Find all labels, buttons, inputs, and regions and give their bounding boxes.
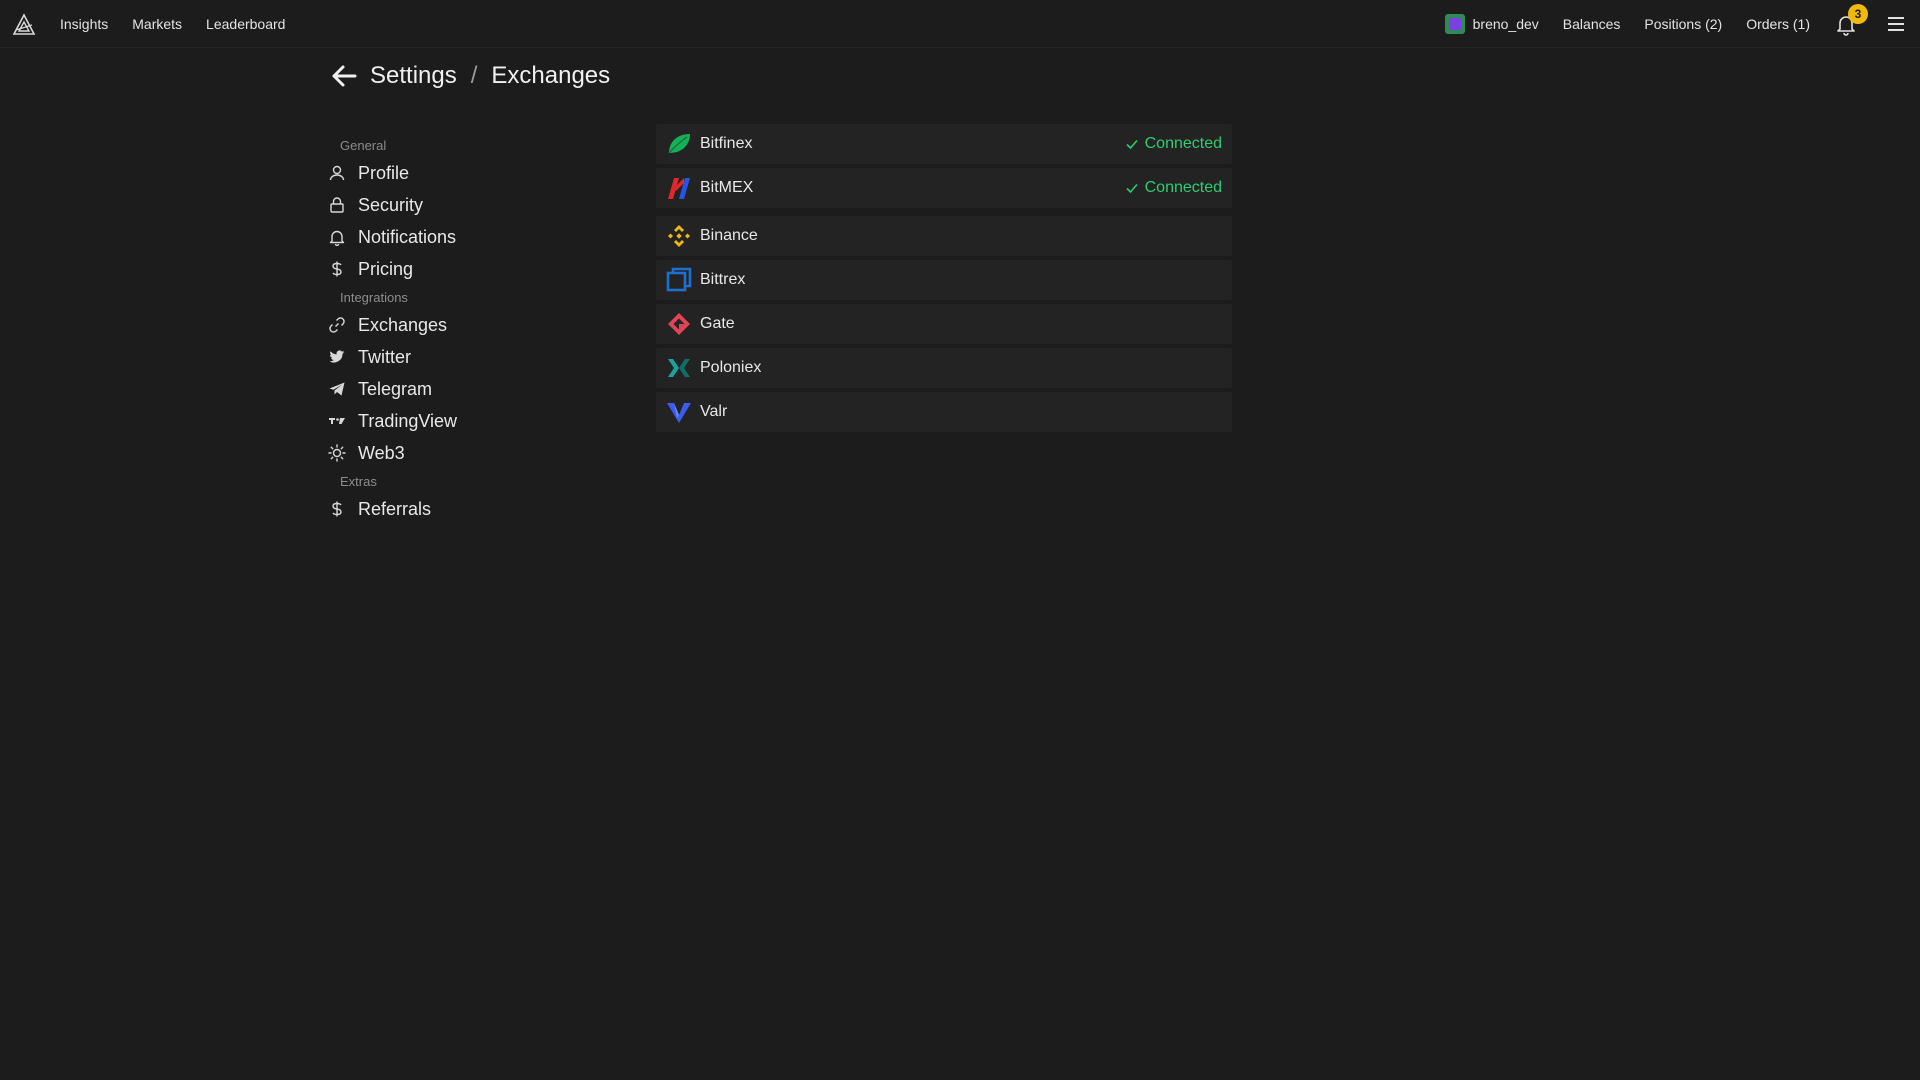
breadcrumb-separator: / [470, 62, 478, 89]
sidebar-item-label: Referrals [358, 498, 432, 519]
sun-icon [328, 444, 346, 462]
breadcrumb-settings[interactable]: Settings [370, 62, 457, 90]
check-icon [1126, 183, 1138, 194]
check-icon [1126, 139, 1138, 150]
status-label: Connected [1144, 135, 1222, 152]
dollar-icon [332, 501, 342, 517]
sidebar-item-pricing[interactable]: Pricing [328, 253, 608, 285]
exchange-name: BitMEX [700, 179, 754, 196]
gate-icon [668, 313, 690, 335]
bittrex-icon [666, 267, 692, 292]
positions-link[interactable]: Positions (2) [1644, 16, 1722, 32]
exchange-name: Valr [700, 403, 728, 420]
sidebar-item-telegram[interactable]: Telegram [328, 373, 608, 405]
back-arrow-icon[interactable] [330, 62, 358, 90]
status-label: Connected [1144, 179, 1222, 196]
balances-link[interactable]: Balances [1563, 16, 1621, 32]
exchange-row-valr[interactable]: Valr [656, 392, 1232, 432]
nav-insights-link[interactable]: Insights [60, 16, 108, 32]
exchanges-list: Bitfinex Connected BitMEX Connected Bina… [656, 124, 1232, 436]
nav-markets-link[interactable]: Markets [132, 16, 182, 32]
top-navigation-bar: Insights Markets Leaderboard breno_dev B… [0, 0, 1920, 48]
exchange-name: Binance [700, 227, 758, 244]
telegram-icon [329, 382, 345, 396]
sidebar-item-label: Twitter [358, 346, 412, 367]
avatar [1444, 14, 1465, 34]
sidebar-item-label: Notifications [358, 226, 457, 247]
tradingview-icon [329, 418, 345, 424]
exchange-row-bitfinex[interactable]: Bitfinex Connected [656, 124, 1232, 164]
sidebar-item-tradingview[interactable]: TradingView [328, 405, 608, 437]
exchange-row-bitmex[interactable]: BitMEX Connected [656, 168, 1232, 208]
link-icon [329, 317, 345, 333]
hamburger-menu-icon[interactable] [1884, 12, 1908, 36]
exchange-name: Gate [700, 315, 735, 332]
settings-sidebar: General Profile Security Notifications P… [328, 133, 608, 525]
exchange-row-bittrex[interactable]: Bittrex [656, 260, 1232, 300]
section-label-general: General [340, 138, 387, 153]
main-nav: Insights Markets Leaderboard [60, 0, 285, 48]
username: breno_dev [1472, 16, 1539, 32]
binance-icon [668, 225, 690, 247]
sidebar-item-label: Exchanges [358, 314, 448, 335]
exchange-row-poloniex[interactable]: Poloniex [656, 348, 1232, 388]
user-icon [329, 165, 345, 181]
sidebar-item-label: TradingView [358, 410, 458, 431]
sidebar-item-security[interactable]: Security [328, 189, 608, 221]
breadcrumb-exchanges: Exchanges [491, 62, 611, 89]
notifications-button[interactable]: 3 [1834, 4, 1868, 36]
exchange-name: Bitfinex [700, 135, 753, 152]
sidebar-item-label: Telegram [358, 378, 433, 399]
exchange-name: Bittrex [700, 271, 746, 288]
page-title: Settings / Exchanges [330, 62, 610, 90]
exchange-name: Poloniex [700, 359, 762, 376]
sidebar-item-notifications[interactable]: Notifications [328, 221, 608, 253]
orders-link[interactable]: Orders (1) [1746, 16, 1810, 32]
sidebar-item-label: Profile [358, 162, 410, 183]
sidebar-item-label: Web3 [358, 442, 405, 463]
nav-leaderboard-link[interactable]: Leaderboard [206, 16, 285, 32]
sidebar-item-web3[interactable]: Web3 [328, 437, 608, 469]
notification-count-badge: 3 [1848, 4, 1868, 24]
sidebar-item-referrals[interactable]: Referrals [328, 493, 608, 525]
sidebar-item-profile[interactable]: Profile [328, 157, 608, 189]
poloniex-icon [668, 359, 690, 377]
dollar-icon [332, 261, 342, 277]
sidebar-item-label: Security [358, 194, 424, 215]
user-menu[interactable]: breno_dev [1444, 14, 1539, 34]
user-nav: breno_dev Balances Positions (2) Orders … [1444, 0, 1920, 48]
app-logo-icon[interactable] [12, 13, 36, 37]
connected-status: Connected [1125, 179, 1222, 197]
bitfinex-icon [668, 134, 690, 154]
connected-status: Connected [1125, 135, 1222, 153]
sidebar-item-twitter[interactable]: Twitter [328, 341, 608, 373]
twitter-icon [329, 350, 345, 363]
lock-icon [330, 197, 344, 213]
sidebar-item-exchanges[interactable]: Exchanges [328, 309, 608, 341]
valr-icon [667, 403, 691, 423]
sidebar-item-label: Pricing [358, 258, 414, 279]
section-label-integrations: Integrations [340, 290, 408, 305]
exchange-row-gate[interactable]: Gate [656, 304, 1232, 344]
exchange-row-binance[interactable]: Binance [656, 216, 1232, 256]
bitmex-icon [668, 178, 690, 199]
section-label-extras: Extras [340, 474, 377, 489]
bell-icon [329, 230, 345, 246]
